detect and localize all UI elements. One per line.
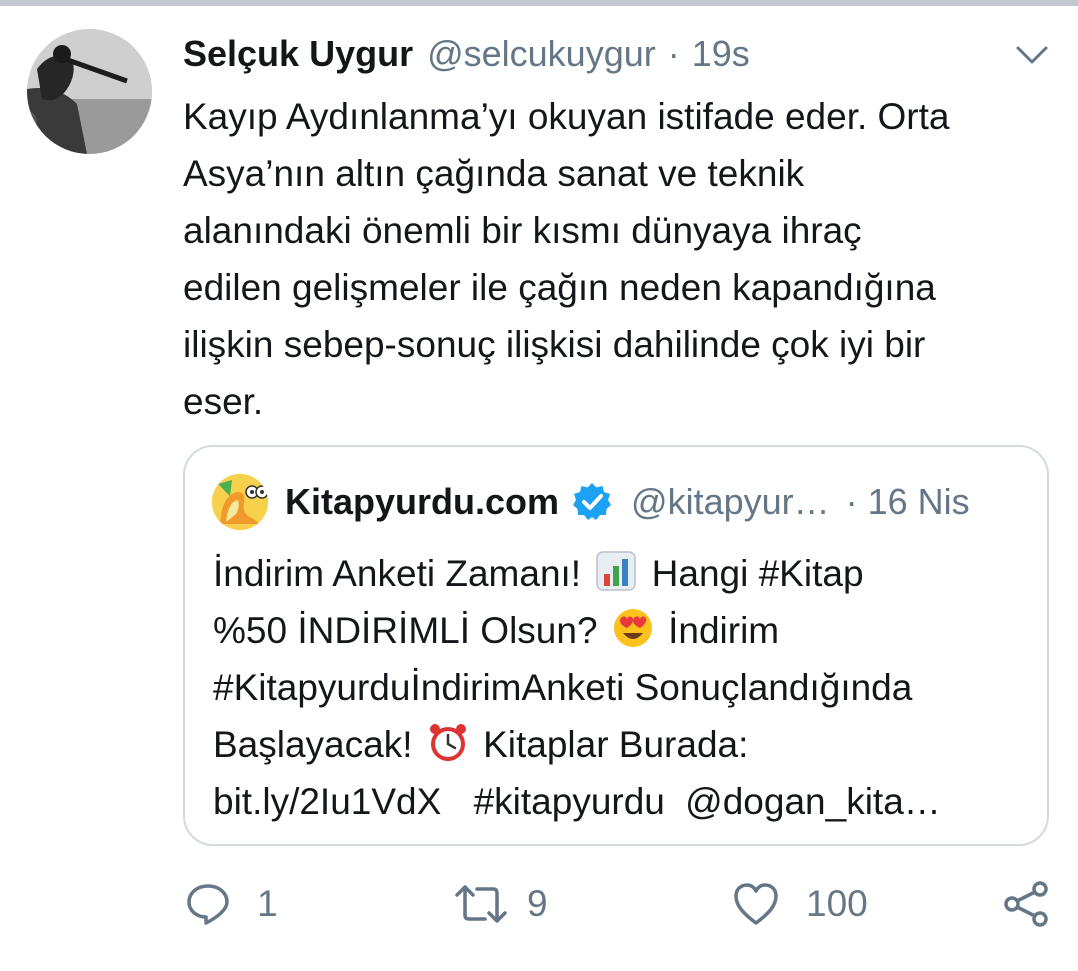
quoted-line-1-end: Hangi #Kitap bbox=[651, 553, 864, 594]
quoted-header-separator: · bbox=[845, 481, 858, 522]
quoted-line-5: bit.ly/2Iu1VdX #kitapyurdu @dogan_kita… bbox=[213, 773, 1043, 830]
quoted-line-4-start: Başlayacak! bbox=[213, 724, 413, 765]
like-count: 100 bbox=[806, 883, 868, 924]
quoted-line-4-end: Kitaplar Burada: bbox=[483, 724, 749, 765]
reply-button[interactable]: 1 bbox=[185, 876, 278, 932]
quoted-author-name: Kitapyurdu.com bbox=[285, 481, 560, 522]
chevron-down-icon[interactable] bbox=[1012, 38, 1052, 70]
alarm-clock-emoji-icon bbox=[429, 724, 466, 761]
quoted-link: bit.ly/2Iu1VdX bbox=[213, 781, 442, 822]
reply-icon bbox=[187, 884, 229, 925]
quoted-timestamp: 16 Nis bbox=[867, 481, 970, 522]
quoted-mention: @dogan_kita… bbox=[685, 781, 941, 822]
quoted-line-4: Başlayacak! Kitaplar Burada: bbox=[213, 716, 1043, 773]
quoted-author-avatar bbox=[212, 474, 268, 530]
reply-count: 1 bbox=[257, 883, 278, 924]
quoted-line-3: #KitapyurduİndirimAnketi Sonuçlandığında bbox=[213, 667, 913, 708]
tweet-header: Selçuk Uygur @selcukuygur · 19s bbox=[183, 26, 750, 82]
quoted-text: İndirim Anketi Zamanı! Hangi #Kitap %50 … bbox=[213, 545, 1043, 830]
quoted-line-2: %50 İNDİRİMLİ Olsun? İndirim bbox=[213, 602, 1043, 659]
retweet-count: 9 bbox=[527, 883, 548, 924]
verified-badge-icon bbox=[573, 483, 612, 520]
top-divider bbox=[0, 0, 1078, 6]
tweet-text: Kayıp Aydınlanma’yı okuyan istifade eder… bbox=[183, 96, 950, 422]
quoted-line-1: İndirim Anketi Zamanı! Hangi #Kitap bbox=[213, 545, 1043, 602]
quoted-line-2-end: İndirim bbox=[668, 610, 780, 651]
header-separator: · bbox=[667, 33, 680, 74]
like-button[interactable]: 100 bbox=[732, 876, 868, 932]
heart-icon bbox=[734, 883, 778, 925]
author-name[interactable]: Selçuk Uygur bbox=[183, 33, 413, 75]
bar-chart-emoji-icon bbox=[596, 551, 637, 591]
heart-eyes-emoji-icon bbox=[613, 609, 652, 647]
tweet-timestamp[interactable]: 19s bbox=[692, 33, 750, 75]
tweet-actions: 1 9 100 bbox=[185, 876, 1055, 932]
quoted-author-handle: @kitapyur… bbox=[631, 481, 830, 522]
retweet-icon bbox=[455, 885, 507, 923]
quoted-tweet[interactable]: Kitapyurdu.com @kitapyur… · 16 Nis İndir… bbox=[183, 445, 1049, 846]
quoted-line-1-start: İndirim Anketi Zamanı! bbox=[213, 553, 582, 594]
share-button[interactable] bbox=[1002, 876, 1050, 932]
quoted-header: Kitapyurdu.com @kitapyur… · 16 Nis bbox=[285, 474, 970, 530]
share-icon bbox=[1004, 881, 1048, 927]
author-handle[interactable]: @selcukuygur bbox=[427, 33, 656, 75]
quoted-line-2-start: %50 İNDİRİMLİ Olsun? bbox=[213, 610, 598, 651]
author-avatar[interactable] bbox=[27, 29, 152, 154]
retweet-button[interactable]: 9 bbox=[453, 876, 548, 932]
quoted-hashtag: #kitapyurdu bbox=[473, 781, 665, 822]
